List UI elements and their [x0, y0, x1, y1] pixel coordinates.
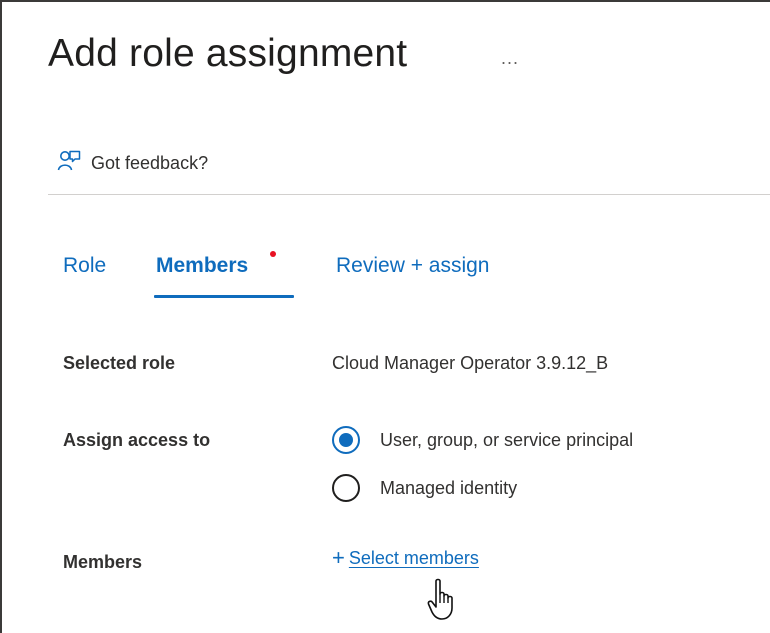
tab-role[interactable]: Role — [63, 254, 106, 278]
selected-role-label: Selected role — [63, 353, 176, 373]
hand-pointer-cursor-icon — [427, 578, 457, 627]
assign-access-label: Assign access to — [63, 430, 211, 450]
tab-members[interactable]: Members — [156, 254, 248, 278]
tab-unsaved-indicator — [270, 251, 276, 257]
blade-panel: Add role assignment ... Got feedback? Ro… — [0, 0, 770, 633]
radio-managed-identity-label[interactable]: Managed identity — [380, 478, 517, 499]
radio-user-group-principal[interactable] — [332, 426, 360, 454]
feedback-link[interactable]: Got feedback? — [57, 148, 208, 178]
radio-user-group-principal-label[interactable]: User, group, or service principal — [380, 430, 633, 451]
plus-icon: + — [332, 545, 345, 570]
page-title: Add role assignment — [48, 32, 408, 75]
header-divider — [48, 194, 770, 195]
feedback-label: Got feedback? — [91, 152, 209, 173]
feedback-person-icon — [57, 149, 81, 178]
members-label: Members — [63, 552, 143, 572]
more-options-button[interactable]: ... — [501, 48, 519, 69]
select-members-label: Select members — [348, 547, 479, 568]
select-members-link[interactable]: + Select members — [332, 547, 479, 569]
radio-managed-identity[interactable] — [332, 474, 360, 502]
tab-review-assign[interactable]: Review + assign — [336, 254, 490, 278]
active-tab-underline — [154, 295, 294, 298]
selected-role-value: Cloud Manager Operator 3.9.12_B — [332, 353, 609, 373]
